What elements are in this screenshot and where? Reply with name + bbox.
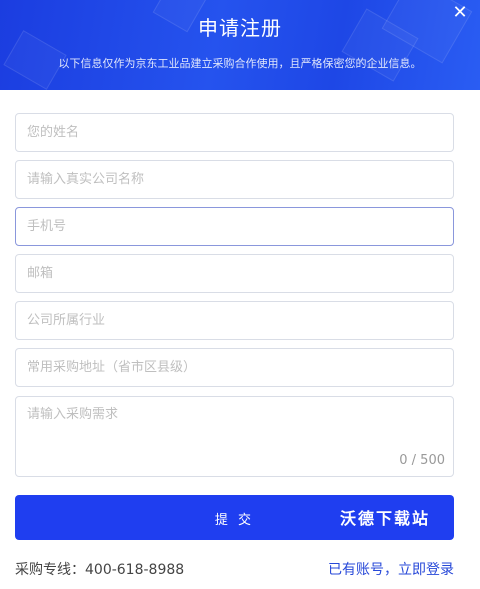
name-input[interactable]: 您的姓名 [15,113,454,152]
submit-button[interactable]: 提 交 沃德下载站 [15,495,454,540]
company-name-input[interactable]: 请输入真实公司名称 [15,160,454,199]
login-link[interactable]: 已有账号，立即登录 [328,559,454,579]
purchase-address-input[interactable]: 常用采购地址（省市区县级） [15,348,454,387]
dialog-title: 申请注册 [198,16,282,40]
character-counter: 0 / 500 [399,452,445,468]
email-input[interactable]: 邮箱 [15,254,454,293]
industry-select[interactable]: 公司所属行业 [15,301,454,340]
close-icon[interactable]: ✕ [450,3,470,23]
dialog-subtitle: 以下信息仅作为京东工业品建立采购合作使用，且严格保密您的企业信息。 [58,57,422,70]
header-banner: 申请注册 以下信息仅作为京东工业品建立采购合作使用，且严格保密您的企业信息。 ✕ [0,0,480,90]
purchase-hotline: 采购专线：400-618-8988 [15,562,185,578]
purchase-requirement-textarea[interactable]: 请输入采购需求 0 / 500 [15,396,454,477]
requirement-placeholder: 请输入采购需求 [27,407,119,422]
phone-input[interactable]: 手机号 [15,207,454,246]
watermark-text: 沃德下载站 [339,509,430,528]
